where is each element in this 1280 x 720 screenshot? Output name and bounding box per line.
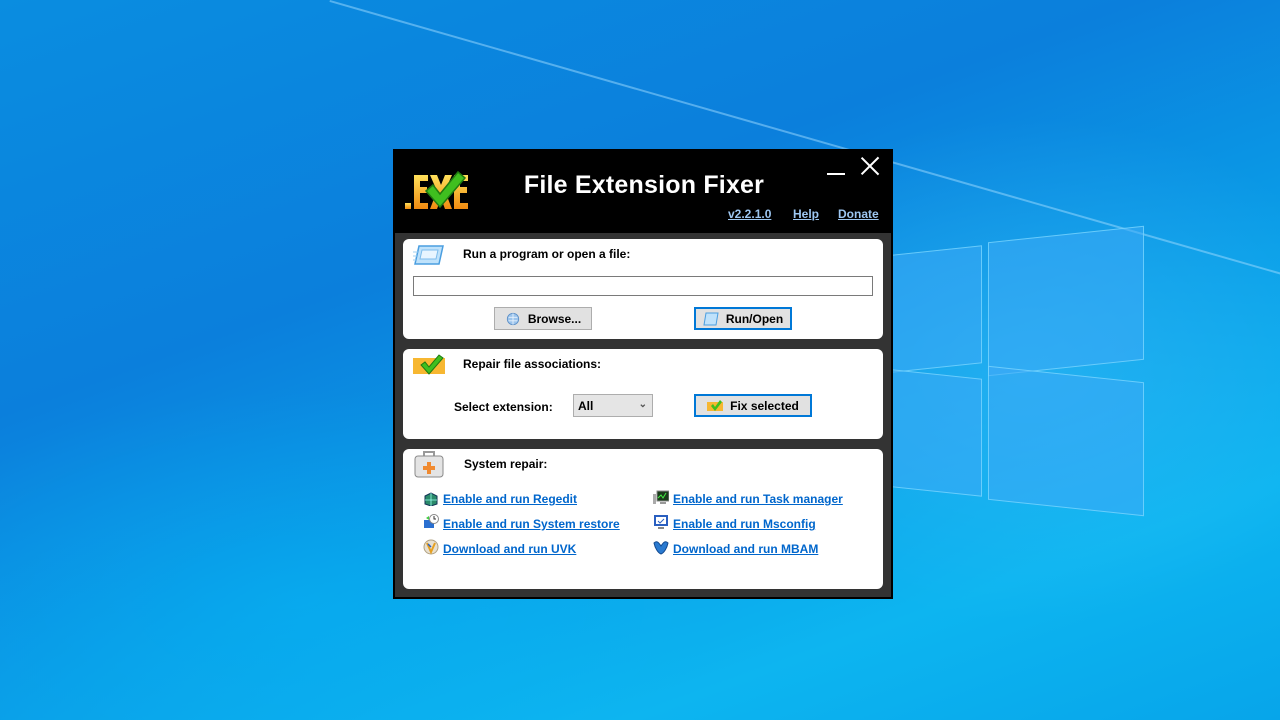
system-panel-title: System repair: <box>464 457 548 471</box>
first-aid-kit-icon <box>414 451 444 478</box>
donate-link[interactable]: Donate <box>838 207 879 221</box>
exe-check-icon <box>413 354 445 375</box>
extension-select-value: All <box>578 399 594 413</box>
title-bar[interactable]: File Extension Fixer v2.2.1.0 Help Donat… <box>395 151 891 233</box>
close-button[interactable] <box>859 155 881 177</box>
help-link[interactable]: Help <box>793 207 819 221</box>
run-open-button-label: Run/Open <box>725 311 784 326</box>
extension-select[interactable]: All ⌄ <box>573 394 653 417</box>
system-repair-panel: System repair: Enable and run Regedit En… <box>403 449 883 589</box>
exe-logo-icon <box>405 170 468 209</box>
uvk-icon <box>423 539 439 555</box>
run-open-button[interactable]: Run/Open <box>694 307 792 330</box>
mbam-icon <box>653 541 669 555</box>
task-manager-link[interactable]: Enable and run Task manager <box>673 492 843 506</box>
run-panel-title: Run a program or open a file: <box>463 247 631 261</box>
browse-globe-icon <box>506 312 519 325</box>
run-panel: Run a program or open a file: Browse... … <box>403 239 883 339</box>
system-restore-link[interactable]: Enable and run System restore <box>443 517 620 531</box>
uvk-link[interactable]: Download and run UVK <box>443 542 576 556</box>
msconfig-link[interactable]: Enable and run Msconfig <box>673 517 816 531</box>
version-link[interactable]: v2.2.1.0 <box>728 207 771 221</box>
select-extension-label: Select extension: <box>454 400 553 414</box>
app-window: File Extension Fixer v2.2.1.0 Help Donat… <box>393 149 893 599</box>
fix-selected-button-label: Fix selected <box>730 398 799 413</box>
fix-selected-button[interactable]: Fix selected <box>694 394 812 417</box>
minimize-button[interactable] <box>827 173 845 175</box>
run-open-icon <box>703 312 719 325</box>
mbam-link[interactable]: Download and run MBAM <box>673 542 818 556</box>
run-window-icon <box>413 245 444 265</box>
chevron-down-icon: ⌄ <box>638 399 647 410</box>
repair-panel: Repair file associations: Select extensi… <box>403 349 883 439</box>
run-path-input[interactable] <box>413 276 873 296</box>
browse-button-label: Browse... <box>527 311 582 326</box>
regedit-icon <box>424 492 438 506</box>
content-area: Run a program or open a file: Browse... … <box>395 233 891 597</box>
msconfig-icon <box>654 515 668 529</box>
fix-check-icon <box>707 399 724 411</box>
windows-logo-wallpaper <box>892 222 1146 517</box>
browse-button[interactable]: Browse... <box>494 307 592 330</box>
task-manager-icon <box>653 490 669 504</box>
app-title: File Extension Fixer <box>523 171 765 199</box>
regedit-link[interactable]: Enable and run Regedit <box>443 492 577 506</box>
system-restore-icon <box>424 514 439 528</box>
repair-panel-title: Repair file associations: <box>463 357 602 371</box>
